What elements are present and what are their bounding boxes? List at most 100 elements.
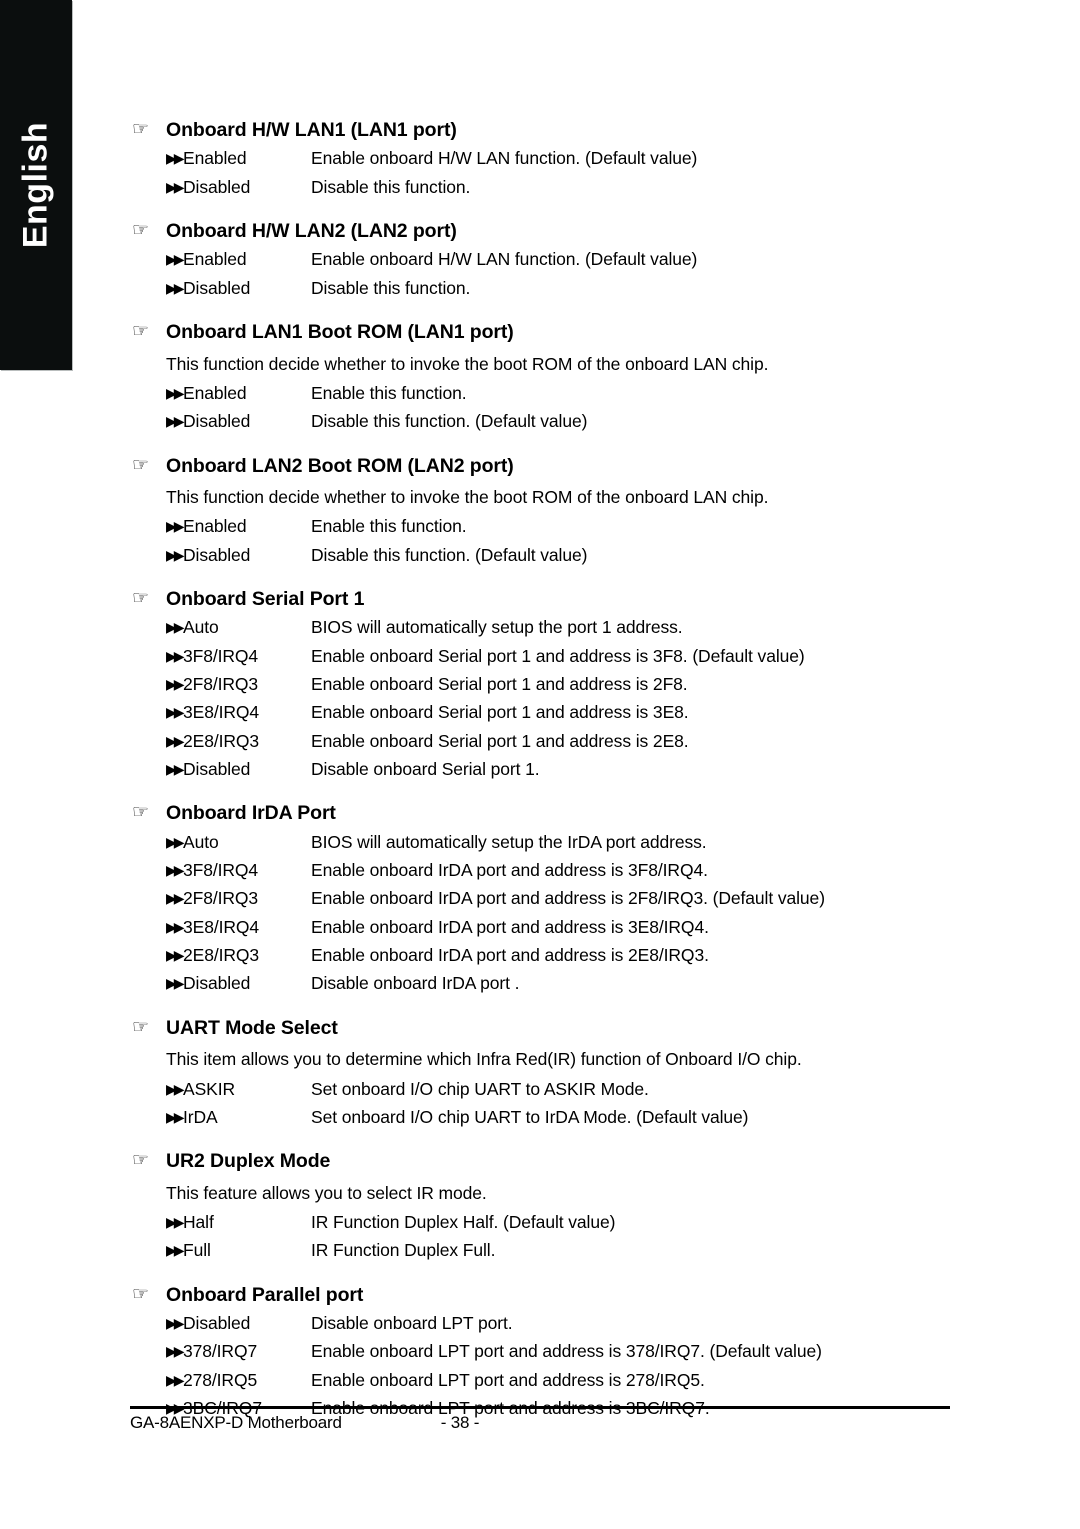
option-name: 3F8/IRQ4: [183, 645, 259, 666]
option-description: Enable onboard Serial port 1 and address…: [311, 702, 689, 723]
option-description: BIOS will automatically setup the IrDA p…: [311, 831, 707, 852]
option-row: ▶▶ Auto BIOS will automatically setup the …: [166, 613, 962, 641]
page-footer: GA-8AENXP-D Motherboard - 38 -: [130, 1406, 950, 1443]
option-row: ▶▶ Auto BIOS will automatically setup the …: [166, 828, 962, 856]
section-heading: ☞ Onboard Parallel port: [132, 1283, 962, 1307]
footer-page-number: - 38 -: [440, 1413, 480, 1432]
option-row: ▶▶ Enabled Enable onboard H/W LAN function…: [166, 144, 962, 172]
option-row: ▶▶ 2E8/IRQ3 Enable onboard IrDA port and a…: [166, 941, 962, 969]
section-title: Onboard Parallel port: [166, 1283, 364, 1306]
option-description: Enable onboard IrDA port and address is …: [311, 888, 825, 909]
double-arrow-icon: ▶▶: [166, 178, 185, 195]
option-description: Enable onboard LPT port and address is 3…: [311, 1341, 822, 1362]
double-arrow-icon: ▶▶: [166, 546, 185, 563]
option-name: 378/IRQ7: [183, 1341, 258, 1362]
double-arrow-icon: ▶▶: [166, 890, 185, 907]
option-name: 2F8/IRQ3: [183, 888, 259, 909]
option-row: ▶▶ 278/IRQ5 Enable onboard LPT port and ad…: [166, 1366, 962, 1394]
section-heading: ☞ Onboard H/W LAN2 (LAN2 port): [132, 219, 962, 243]
option-name: Auto: [183, 831, 219, 852]
double-arrow-icon: ▶▶: [166, 833, 185, 850]
option-row: ▶▶ Half IR Function Duplex Half. (Default …: [166, 1208, 962, 1236]
pointing-hand-icon: ☞: [132, 1016, 150, 1038]
option-description: Enable onboard H/W LAN function. (Defaul…: [311, 148, 698, 169]
option-description: Enable this function.: [311, 382, 467, 403]
section-heading: ☞ Onboard LAN2 Boot ROM (LAN2 port): [132, 454, 962, 478]
language-tab-label: English: [16, 121, 55, 249]
section-description: This feature allows you to select IR mod…: [166, 1182, 487, 1203]
option-description: Disable this function. (Default value): [311, 544, 588, 565]
option-name: 3F8/IRQ4: [183, 860, 259, 881]
option-row: ▶▶ IrDA Set onboard I/O chip UART to IrDA …: [166, 1103, 962, 1131]
pointing-hand-icon: ☞: [132, 321, 150, 343]
pointing-hand-icon: ☞: [132, 1150, 150, 1172]
double-arrow-icon: ▶▶: [166, 1242, 185, 1259]
double-arrow-icon: ▶▶: [166, 413, 185, 430]
option-name: Disabled: [183, 759, 251, 780]
option-row: ▶▶ Enabled Enable onboard H/W LAN function…: [166, 245, 962, 273]
double-arrow-icon: ▶▶: [166, 1343, 185, 1360]
option-description: Disable onboard IrDA port .: [311, 973, 520, 994]
double-arrow-icon: ▶▶: [166, 150, 185, 167]
option-row: ▶▶ Disabled Disable this function. (Defaul…: [166, 407, 962, 435]
bios-setting-section: ☞ Onboard Serial Port 1 ▶▶ Auto BIOS will au…: [132, 587, 962, 783]
double-arrow-icon: ▶▶: [166, 251, 185, 268]
option-row: ▶▶ Enabled Enable this function.: [166, 512, 962, 540]
option-name: 3E8/IRQ4: [183, 916, 260, 937]
option-name: IrDA: [183, 1106, 218, 1127]
section-title: Onboard LAN1 Boot ROM (LAN1 port): [166, 321, 514, 344]
option-description: Disable onboard Serial port 1.: [311, 759, 540, 780]
section-heading: ☞ Onboard H/W LAN1 (LAN1 port): [132, 118, 962, 142]
section-description: This function decide whether to invoke t…: [166, 486, 769, 507]
option-description: Disable this function.: [311, 277, 471, 298]
language-tab: English: [0, 0, 72, 370]
pointing-hand-icon: ☞: [132, 802, 150, 824]
option-name: 278/IRQ5: [183, 1369, 258, 1390]
option-row: ▶▶ Disabled Disable onboard Serial port 1.: [166, 755, 962, 783]
section-heading: ☞ Onboard IrDA Port: [132, 801, 962, 825]
double-arrow-icon: ▶▶: [166, 862, 185, 879]
section-title: Onboard LAN2 Boot ROM (LAN2 port): [166, 454, 514, 477]
option-row: ▶▶ 3E8/IRQ4 Enable onboard IrDA port and a…: [166, 913, 962, 941]
option-name: 2E8/IRQ3: [183, 945, 260, 966]
option-name: Disabled: [183, 1313, 251, 1333]
option-description: Disable onboard LPT port.: [311, 1313, 513, 1333]
double-arrow-icon: ▶▶: [166, 704, 185, 721]
double-arrow-icon: ▶▶: [166, 384, 185, 401]
option-name: Full: [183, 1240, 211, 1261]
double-arrow-icon: ▶▶: [166, 647, 185, 664]
double-arrow-icon: ▶▶: [166, 518, 185, 535]
bios-setting-section: ☞ Onboard IrDA Port ▶▶ Auto BIOS will automa…: [132, 801, 962, 997]
option-description: Enable onboard Serial port 1 and address…: [311, 674, 688, 694]
double-arrow-icon: ▶▶: [166, 975, 185, 992]
section-title: UR2 Duplex Mode: [166, 1150, 331, 1173]
section-title: Onboard H/W LAN1 (LAN1 port): [166, 119, 457, 141]
option-name: 3E8/IRQ4: [183, 702, 260, 723]
option-row: ▶▶ Disabled Disable this function. (Defaul…: [166, 541, 962, 569]
double-arrow-icon: ▶▶: [166, 918, 185, 935]
option-row: ▶▶ 2F8/IRQ3 Enable onboard IrDA port and a…: [166, 884, 962, 912]
double-arrow-icon: ▶▶: [166, 732, 185, 749]
double-arrow-icon: ▶▶: [166, 1108, 185, 1125]
option-name: Disabled: [183, 411, 251, 432]
option-row: ▶▶ 3E8/IRQ4 Enable onboard Serial port 1 a…: [166, 698, 962, 726]
option-description: IR Function Duplex Full.: [311, 1240, 496, 1261]
pointing-hand-icon: ☞: [132, 220, 150, 242]
option-description: Set onboard I/O chip UART to IrDA Mode. …: [311, 1106, 749, 1127]
double-arrow-icon: ▶▶: [166, 1080, 185, 1097]
option-name: 2E8/IRQ3: [183, 730, 260, 751]
section-title: Onboard H/W LAN2 (LAN2 port): [166, 220, 457, 243]
double-arrow-icon: ▶▶: [166, 1315, 185, 1331]
option-name: Auto: [183, 617, 219, 638]
option-description: Enable onboard IrDA port and address is …: [311, 860, 708, 881]
option-name: Disabled: [183, 544, 251, 565]
option-row: ▶▶ 3F8/IRQ4 Enable onboard Serial port 1 a…: [166, 642, 962, 670]
bios-setting-section: ☞ UR2 Duplex Mode This feature allows you …: [132, 1149, 962, 1264]
option-row: ▶▶ 378/IRQ7 Enable onboard LPT port and ad…: [166, 1337, 962, 1365]
option-description: Enable onboard H/W LAN function. (Defaul…: [311, 249, 698, 270]
option-row: ▶▶ ASKIR Set onboard I/O chip UART to ASKI…: [166, 1075, 962, 1103]
option-name: ASKIR: [183, 1078, 236, 1099]
pointing-hand-icon: ☞: [132, 587, 150, 609]
option-row: ▶▶ 2F8/IRQ3 Enable onboard Serial port 1 a…: [166, 670, 962, 698]
pointing-hand-icon: ☞: [132, 119, 150, 140]
